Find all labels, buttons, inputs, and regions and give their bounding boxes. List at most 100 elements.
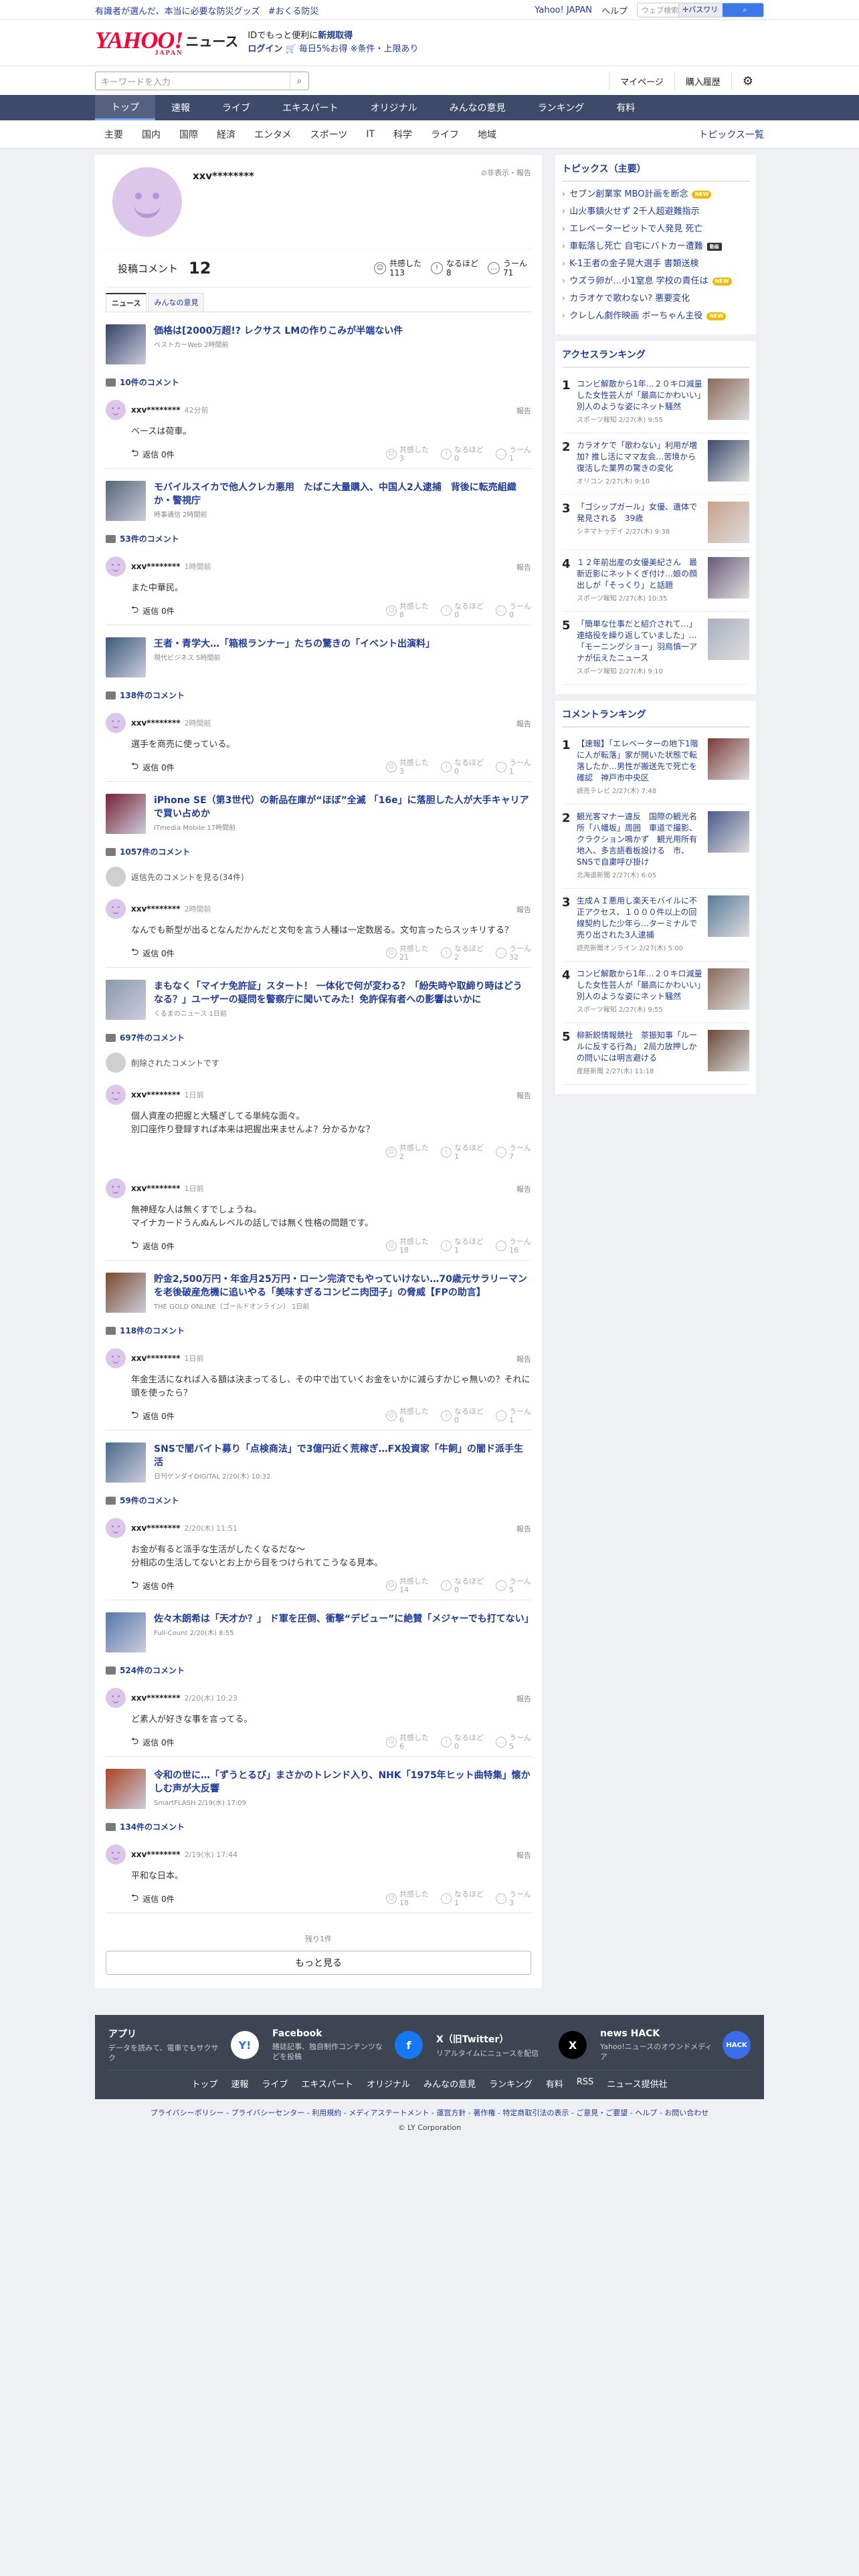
- article-thumbnail[interactable]: [106, 1769, 146, 1809]
- author-name[interactable]: xxv********: [131, 1523, 181, 1533]
- comment-author[interactable]: xxv******** 2/19(水) 17:44: [131, 1849, 237, 1860]
- footer-app-title[interactable]: X（旧Twitter）: [436, 2032, 539, 2046]
- author-name[interactable]: xxv********: [131, 1850, 181, 1859]
- comment-author[interactable]: xxv******** 1日前: [131, 1353, 204, 1364]
- topic-item[interactable]: 車転落し死亡 自宅にバトカー遭難動画: [562, 238, 749, 255]
- login-link[interactable]: ログイン: [248, 44, 282, 54]
- nav-item-2[interactable]: ライブ: [206, 95, 266, 120]
- yahoo-japan-link[interactable]: Yahoo! JAPAN: [535, 5, 592, 15]
- ranking-thumbnail[interactable]: [708, 502, 749, 543]
- news-service-name[interactable]: ニュース: [185, 31, 238, 50]
- nav-item-4[interactable]: オリジナル: [355, 95, 434, 120]
- promo-link[interactable]: 有識者が選んだ、本当に必要な防災グッズ: [95, 7, 260, 17]
- comment-count[interactable]: 59件のコメント: [120, 1495, 179, 1506]
- article-thumbnail[interactable]: [106, 1442, 146, 1483]
- daily-promo[interactable]: 毎日5%お得: [299, 44, 348, 54]
- reply-button[interactable]: ⮌ 返信 0件: [131, 1734, 175, 1750]
- subnav-item-9[interactable]: 地域: [468, 128, 506, 141]
- footer-app-1[interactable]: Facebook 雑誌記事、独自制作コンテンツなどを投稿 f: [272, 2027, 423, 2063]
- hmm-vote-button[interactable]: … うーん 16: [496, 1237, 531, 1255]
- footer-link[interactable]: ランキング: [489, 2077, 533, 2090]
- system-message[interactable]: 返信先のコメントを見る(34件): [106, 867, 531, 887]
- ranking-item[interactable]: 3 生成ＡＩ悪用し楽天モバイルに不正アクセス、１０００件以上の回線契約した少年ら……: [562, 889, 749, 962]
- ranking-thumbnail[interactable]: [708, 619, 749, 660]
- hide-report-link[interactable]: ⊘非表示・報告: [481, 167, 531, 178]
- ranking-item[interactable]: 5 「簡単な仕事だと紹介されて…」連絡役を繰り返していました」…「モーニングショー…: [562, 612, 749, 685]
- comment-author[interactable]: xxv******** 2時間前: [131, 718, 211, 728]
- comment-count-link[interactable]: 138件のコメント: [106, 689, 531, 701]
- subnav-item-8[interactable]: ライフ: [421, 128, 468, 141]
- article-thumbnail[interactable]: [106, 637, 146, 677]
- topic-title[interactable]: 山火事鎮火せず 2千人超避難指示: [569, 203, 699, 221]
- empathy-vote-button[interactable]: ☺ 共感した 18: [386, 1237, 429, 1255]
- comment-author[interactable]: xxv******** 2時間前: [131, 903, 211, 914]
- load-more-button[interactable]: もっと見る: [106, 1951, 531, 1975]
- article-title[interactable]: iPhone SE（第3世代）の新品在庫が“ほぼ”全滅 「16e」に落胆した人が…: [154, 794, 531, 821]
- hmm-vote-button[interactable]: … うーん 5: [496, 1733, 531, 1751]
- author-name[interactable]: xxv********: [131, 904, 181, 914]
- avatar[interactable]: [106, 1085, 126, 1105]
- topic-title[interactable]: クレしん劇作映画 ボーちゃん主役: [569, 308, 702, 325]
- mypage-link[interactable]: マイページ: [609, 72, 674, 90]
- author-name[interactable]: xxv********: [131, 1090, 181, 1099]
- ranking-text[interactable]: カラオケで「歌わない」利用が増加? 推し活にママ友会…苦境から復活した業界の驚き…: [577, 440, 702, 488]
- ranking-title[interactable]: 「簡単な仕事だと紹介されて…」連絡役を繰り返していました」…「モーニングショー」…: [577, 619, 702, 664]
- ranking-text[interactable]: 生成ＡＩ悪用し楽天モバイルに不正アクセス、１０００件以上の回線契約した少年ら…タ…: [577, 895, 702, 954]
- article-thumbnail[interactable]: [106, 794, 146, 834]
- article-header[interactable]: SNSで闇バイト募り「点検商法」で3億円近く荒稼ぎ…FX投資家「牛飼」の闇ド派手…: [106, 1442, 531, 1483]
- comment-count-link[interactable]: 1057件のコメント: [106, 846, 531, 857]
- subnav-item-1[interactable]: 国内: [132, 128, 170, 141]
- search-type-toggle[interactable]: ✛パスワリン: [678, 3, 723, 17]
- footer-link[interactable]: ライブ: [262, 2077, 288, 2090]
- subnav-item-5[interactable]: スポーツ: [301, 128, 357, 141]
- nav-item-7[interactable]: 有料: [600, 95, 651, 120]
- comment-count[interactable]: 53件のコメント: [120, 533, 179, 544]
- insight-vote-button[interactable]: ! なるほど 0: [441, 602, 484, 619]
- footer-app-3[interactable]: news HACK Yahoo!ニュースのオウンドメディア HACK: [600, 2027, 751, 2063]
- subnav-item-3[interactable]: 経済: [207, 128, 245, 141]
- article-header[interactable]: モバイルスイカで他人クレカ悪用 たばこ大量購入、中国人2人逮捕 背後に転売組織か…: [106, 481, 531, 521]
- article-title[interactable]: 佐々木朗希は「天才か？」 ド軍を圧倒、衝撃“デビュー”に絶賛「メジャーでも打てな…: [154, 1612, 534, 1626]
- topic-title[interactable]: 車転落し死亡 自宅にバトカー遭難: [569, 238, 703, 255]
- report-link[interactable]: 報告: [516, 1184, 531, 1194]
- access-ranking-title[interactable]: アクセスランキング: [562, 348, 749, 368]
- footer-link[interactable]: トップ: [191, 2077, 217, 2090]
- topics-list-link[interactable]: トピックス一覧: [698, 128, 764, 141]
- article-header[interactable]: 佐々木朗希は「天才か？」 ド軍を圧倒、衝撃“デビュー”に絶賛「メジャーでも打てな…: [106, 1612, 534, 1652]
- author-name[interactable]: xxv********: [131, 718, 181, 728]
- footer-app-0[interactable]: アプリ データを読みて、電車でもサクサク Y!: [108, 2027, 259, 2063]
- insight-vote-button[interactable]: ! なるほど 1: [441, 1144, 484, 1161]
- article-thumbnail[interactable]: [106, 980, 146, 1020]
- empathy-vote-button[interactable]: ☺ 共感した 3: [386, 445, 429, 463]
- footer-app-icon[interactable]: Y!: [231, 2031, 259, 2059]
- reply-button[interactable]: ⮌ 返信 0件: [131, 603, 175, 619]
- footer-legal-links[interactable]: プライバシーポリシー - プライバシーセンター - 利用規約 - メディアステー…: [0, 2107, 859, 2118]
- insight-vote-button[interactable]: ! なるほど 1: [441, 1237, 484, 1255]
- comment-author[interactable]: xxv******** 42分前: [131, 405, 209, 415]
- ranking-text[interactable]: １２年前出産の女優美紀さん 最新近影にネットくぎ付け…娘の顔出しが「そっくり」と…: [577, 557, 702, 605]
- ranking-title[interactable]: コンビ解散から1年…２０キロ減量した女性芸人が「最高にかわいい」別人のような姿に…: [577, 379, 702, 413]
- avatar[interactable]: [106, 1518, 126, 1538]
- topic-item[interactable]: ウズラ卵が…小1窒息 学校の責任は NEW: [562, 273, 749, 290]
- insight-vote-button[interactable]: ! なるほど 0: [441, 1733, 484, 1751]
- footer-link[interactable]: RSS: [577, 2077, 594, 2090]
- web-search-box[interactable]: ウェブ検索 ✛パスワリン ⌕: [637, 3, 764, 17]
- comment-count-link[interactable]: 118件のコメント: [106, 1325, 531, 1336]
- reply-button[interactable]: ⮌ 返信 0件: [131, 1891, 175, 1907]
- report-link[interactable]: 報告: [516, 718, 531, 729]
- topic-item[interactable]: 山火事鎮火せず 2千人超避難指示: [562, 203, 749, 221]
- ranking-item[interactable]: 5 柳新鋭情報競社 茶振知事「ルールに反する行為」 2局力放押しかの問いには明言避…: [562, 1023, 749, 1085]
- ranking-text[interactable]: 柳新鋭情報競社 茶振知事「ルールに反する行為」 2局力放押しかの問いには明言避け…: [577, 1030, 702, 1077]
- ranking-item[interactable]: 3 「ゴシップガール」女優、遺体で発見される 39歳 シネマトゥデイ 2/27(木)…: [562, 495, 749, 550]
- article-title[interactable]: 価格は[2000万超!? レクサス LMの作りこみが半端ない件: [154, 324, 403, 338]
- insight-vote-button[interactable]: ! なるほど 1: [441, 1890, 484, 1907]
- nav-item-6[interactable]: ランキング: [522, 95, 601, 120]
- comment-count-link[interactable]: 134件のコメント: [106, 1821, 531, 1832]
- reply-button[interactable]: ⮌ 返信 0件: [131, 759, 175, 775]
- report-link[interactable]: 報告: [516, 1354, 531, 1364]
- article-header[interactable]: 令和の世に…「ずうとるび」まさかのトレンド入り、NHK「1975年ヒット曲特集」…: [106, 1769, 531, 1809]
- avatar[interactable]: [106, 1178, 126, 1198]
- comment-count-link[interactable]: 524件のコメント: [106, 1665, 531, 1676]
- article-thumbnail[interactable]: [106, 324, 146, 364]
- report-link[interactable]: 報告: [516, 1693, 531, 1704]
